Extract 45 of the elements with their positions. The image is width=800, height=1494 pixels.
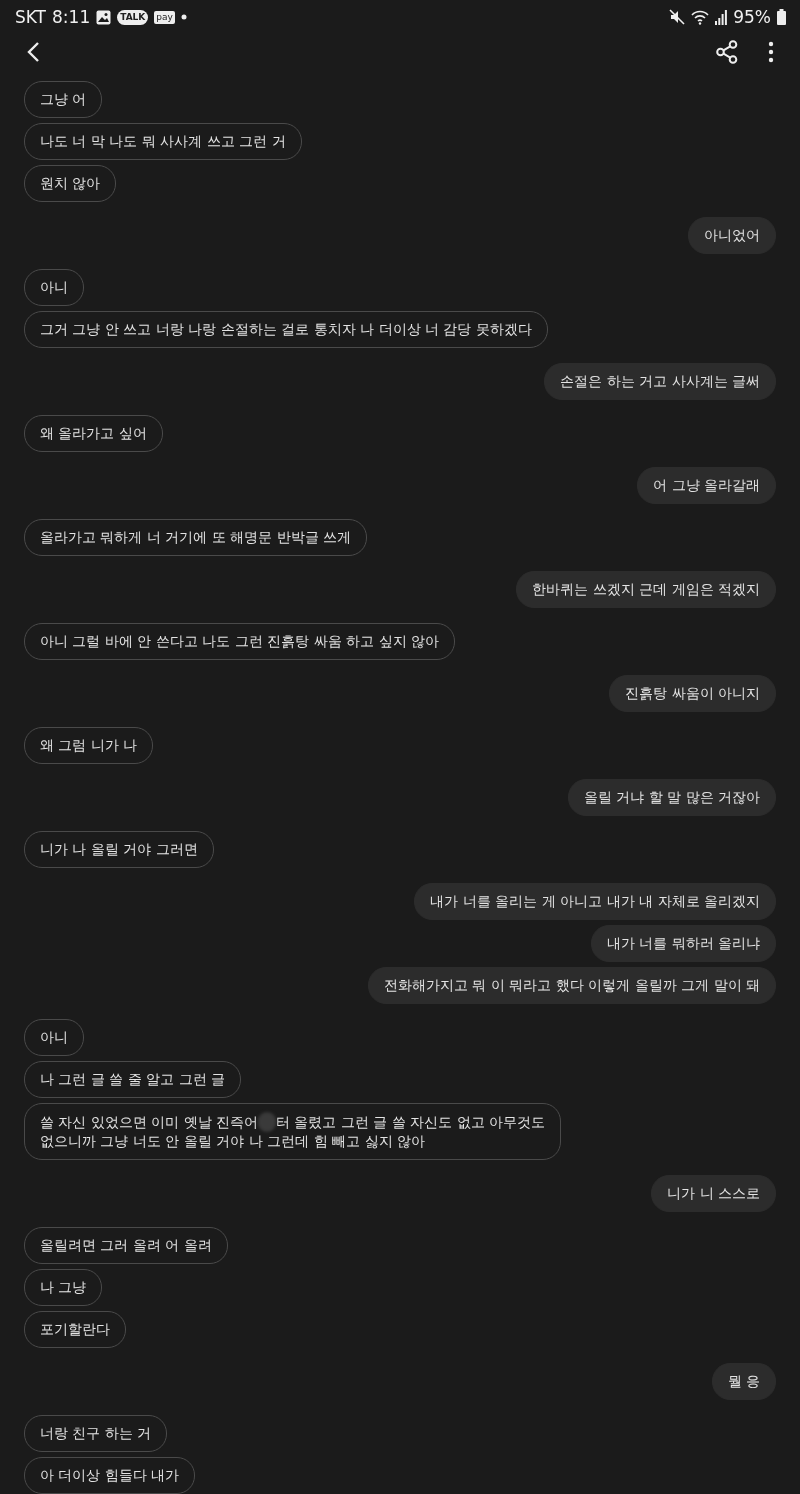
received-message: 나 그냥 <box>24 1269 103 1306</box>
message-text: 터 올렸고 그런 글 쓸 자신도 없고 아무것도 <box>275 1112 545 1132</box>
sent-message: 진흙탕 싸움이 아니지 <box>609 675 776 712</box>
received-message: 아니 <box>24 1019 84 1056</box>
sent-message: 아니었어 <box>688 217 776 254</box>
received-message: 너랑 친구 하는 거 <box>24 1415 168 1452</box>
message-text: 쓸 자신 있었으면 이미 옛날 진즉어 <box>40 1112 259 1132</box>
sent-message: 손절은 하는 거고 사사계는 글써 <box>544 363 776 400</box>
received-message: 왜 올라가고 싶어 <box>24 415 163 452</box>
sent-message: 내가 너를 올리는 게 아니고 내가 내 자체로 올리겠지 <box>414 883 776 920</box>
received-message: 올라가고 뭐하게 너 거기에 또 해명문 반박글 쓰게 <box>24 519 368 556</box>
pay-icon: pay <box>154 10 175 24</box>
sent-message: 어 그냥 올라갈래 <box>637 467 776 504</box>
more-options-button[interactable] <box>768 40 774 63</box>
sent-message: 올릴 거냐 할 말 많은 거잖아 <box>567 779 776 816</box>
wifi-icon <box>691 9 710 25</box>
sent-message: 뭘 응 <box>711 1363 776 1400</box>
received-message: 아 더이상 힘들다 내가 <box>24 1457 196 1494</box>
received-message: 왜 그럼 니가 나 <box>24 727 154 764</box>
received-message: 포기할란다 <box>24 1311 126 1348</box>
sent-message: 전화해가지고 뭐 이 뭐라고 했다 이렇게 올릴까 그게 말이 돼 <box>367 967 776 1004</box>
sent-message: 내가 너를 뭐하러 올리냐 <box>590 925 776 962</box>
received-message: 아니 <box>24 269 84 306</box>
notification-dot-icon <box>180 14 187 21</box>
gallery-icon <box>96 9 112 25</box>
received-message: 니가 나 올릴 거야 그러면 <box>24 831 214 868</box>
sent-message: 니가 니 스스로 <box>651 1175 776 1212</box>
battery-percent: 95% <box>733 7 771 28</box>
received-message: 그냥 어 <box>24 81 103 118</box>
received-message: 그거 그냥 안 쓰고 너랑 나랑 손절하는 걸로 통치자 나 더이상 너 감당 못하겠다 <box>24 311 548 348</box>
share-button[interactable] <box>716 39 738 64</box>
received-message: 원치 않아 <box>24 165 117 202</box>
signal-icon <box>715 9 728 25</box>
mute-icon <box>669 9 686 26</box>
received-message: 올릴려면 그러 올려 어 올려 <box>24 1227 228 1264</box>
battery-icon <box>777 9 786 26</box>
received-message: 아니 그럴 바에 안 쓴다고 나도 그런 진흙탕 싸움 하고 싶지 않아 <box>24 623 455 660</box>
back-button[interactable] <box>26 40 40 63</box>
clock-time: 8:11 <box>52 7 91 28</box>
message-text: 없으니까 그냥 너도 안 올릴 거야 나 그런데 힘 빼고 싫지 않아 <box>40 1132 425 1151</box>
received-message: 나도 너 막 나도 뭐 사사계 쓰고 그런 거 <box>24 123 302 160</box>
sent-message: 한바퀴는 쓰겠지 근데 게임은 적겠지 <box>516 571 776 608</box>
talk-icon: TALK <box>117 9 149 25</box>
carrier-text: SKT <box>15 7 46 28</box>
received-message: 나 그런 글 쓸 줄 알고 그런 글 <box>24 1061 242 1098</box>
